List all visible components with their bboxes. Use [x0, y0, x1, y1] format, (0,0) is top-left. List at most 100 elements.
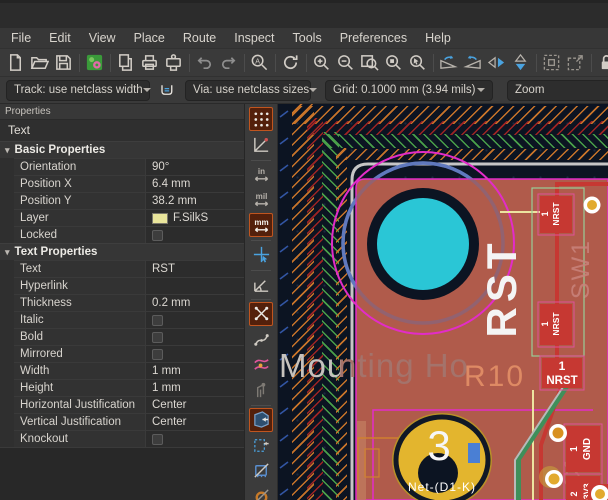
thickness-field[interactable]: 0.2 mm — [145, 295, 244, 311]
new-board-button[interactable] — [4, 51, 26, 74]
zoom-fit-objects-button[interactable] — [382, 51, 404, 74]
units-inches-button[interactable]: in — [249, 162, 273, 186]
page-settings-button[interactable] — [114, 51, 136, 74]
pad-number: 3 — [427, 422, 450, 469]
section-title: Basic Properties — [15, 144, 106, 156]
curved-ratsnest-button[interactable] — [249, 327, 273, 351]
width-field[interactable]: 1 mm — [145, 363, 244, 379]
zoom-dropdown[interactable]: Zoom — [507, 80, 608, 101]
orientation-field[interactable]: 90° — [145, 159, 244, 175]
flip-vertical-button[interactable] — [509, 51, 531, 74]
layer-select[interactable]: F.SilkS — [145, 210, 244, 226]
sw1-pad-1-top[interactable]: 1 NRST — [538, 194, 574, 235]
rotate-ccw-button[interactable] — [437, 51, 459, 74]
zoom-in-button[interactable] — [310, 51, 332, 74]
bold-checkbox[interactable] — [152, 332, 163, 343]
ungroup-button[interactable] — [564, 51, 586, 74]
position-y-field[interactable]: 38.2 mm — [145, 193, 244, 209]
redo-button[interactable] — [217, 51, 239, 74]
property-row-layer: Layer F.SilkS — [14, 209, 244, 226]
mounting-hole-label-prefix[interactable]: Mou — [279, 347, 346, 384]
board-setup-button[interactable] — [83, 51, 105, 74]
lock-button[interactable] — [595, 51, 608, 74]
via-lower[interactable] — [545, 470, 563, 488]
crosshair-cursor-button[interactable] — [249, 243, 273, 267]
r10-reference-text[interactable]: R10 — [464, 360, 525, 393]
property-row-knockout: Knockout — [14, 430, 244, 447]
menu-route[interactable]: Route — [174, 28, 225, 48]
45-degree-icon — [252, 275, 271, 294]
refresh-button[interactable] — [279, 51, 301, 74]
collapse-triangle-icon: ▾ — [5, 145, 10, 156]
zone-fill-mode-button[interactable] — [249, 408, 273, 432]
menu-view[interactable]: View — [80, 28, 125, 48]
rotate-cw-button[interactable] — [461, 51, 483, 74]
net-highlight-button[interactable] — [249, 353, 273, 377]
tht-pad-3[interactable]: 3 Net-(D1-K) — [393, 414, 491, 500]
save-button[interactable] — [52, 51, 74, 74]
units-mm-button[interactable]: mm — [249, 213, 273, 237]
grid-visibility-button[interactable] — [249, 107, 273, 131]
zoom-out-button[interactable] — [334, 51, 356, 74]
via-middle[interactable] — [549, 424, 567, 442]
hyperlink-field[interactable] — [145, 278, 244, 294]
property-row-thickness: Thickness 0.2 mm — [14, 294, 244, 311]
find-button[interactable]: A — [248, 51, 270, 74]
toolbar-separator — [251, 270, 271, 271]
properties-panel: Properties Text ▾ Basic Properties Orien… — [0, 104, 245, 500]
sw1-reference-text[interactable]: SW1 — [567, 239, 595, 299]
menu-edit[interactable]: Edit — [40, 28, 80, 48]
menu-help[interactable]: Help — [416, 28, 460, 48]
height-field[interactable]: 1 mm — [145, 380, 244, 396]
zoom-selection-icon — [408, 53, 427, 72]
plot-button[interactable] — [162, 51, 184, 74]
sketch-pads-mode-button[interactable] — [249, 459, 273, 483]
horizontal-justification-select[interactable]: Center — [145, 397, 244, 413]
mounting-hole-pad[interactable] — [377, 198, 469, 290]
rst-silkscreen-text[interactable]: RST — [478, 239, 525, 338]
italic-checkbox[interactable] — [152, 315, 163, 326]
text-field[interactable]: RST — [145, 261, 244, 277]
undo-button[interactable] — [193, 51, 215, 74]
45-degree-mode-button[interactable] — [249, 272, 273, 296]
pcb-canvas[interactable]: Mou nting Ho R10 RST — [278, 104, 608, 500]
zoom-fit-page-button[interactable] — [358, 51, 380, 74]
position-x-field[interactable]: 6.4 mm — [145, 176, 244, 192]
properties-panel-empty-area — [0, 447, 244, 500]
property-label: Bold — [14, 329, 145, 345]
via-top-right[interactable] — [584, 197, 601, 214]
menu-place[interactable]: Place — [125, 28, 174, 48]
mirrored-checkbox[interactable] — [152, 349, 163, 360]
sketch-vias-mode-button[interactable] — [249, 484, 273, 500]
local-ratsnest-button[interactable] — [249, 378, 273, 402]
group-button[interactable] — [540, 51, 562, 74]
polar-coordinates-button[interactable] — [249, 133, 273, 157]
menu-tools[interactable]: Tools — [284, 28, 331, 48]
auto-track-width-button[interactable] — [153, 79, 180, 102]
gnd-pad[interactable]: 1 GND — [564, 424, 602, 474]
flip-horizontal-button[interactable] — [485, 51, 507, 74]
property-label: Thickness — [14, 295, 145, 311]
zoom-selection-button[interactable] — [406, 51, 428, 74]
locked-checkbox[interactable] — [152, 230, 163, 241]
units-mils-icon: mil — [252, 190, 271, 209]
vertical-justification-select[interactable]: Center — [145, 414, 244, 430]
nrst-pad-horizontal[interactable]: 1 NRST — [540, 356, 584, 390]
units-mils-button[interactable]: mil — [249, 188, 273, 212]
track-width-dropdown[interactable]: Track: use netclass width — [6, 80, 150, 101]
section-basic-properties[interactable]: ▾ Basic Properties — [0, 141, 244, 158]
zone-outline-mode-button[interactable] — [249, 433, 273, 457]
ratsnest-visibility-button[interactable] — [249, 302, 273, 326]
menu-file[interactable]: File — [2, 28, 40, 48]
knockout-checkbox[interactable] — [152, 434, 163, 445]
grid-dropdown[interactable]: Grid: 0.1000 mm (3.94 mils) — [325, 80, 493, 101]
print-button[interactable] — [138, 51, 160, 74]
zoom-value: Zoom — [515, 84, 544, 96]
menu-preferences[interactable]: Preferences — [331, 28, 416, 48]
menu-inspect[interactable]: Inspect — [225, 28, 283, 48]
open-board-button[interactable] — [28, 51, 50, 74]
mounting-hole-label-rest[interactable]: nting Ho — [338, 347, 469, 384]
sw1-pad-1-bottom[interactable]: 1 NRST — [538, 302, 574, 347]
via-size-dropdown[interactable]: Via: use netclass sizes — [185, 80, 311, 101]
section-text-properties[interactable]: ▾ Text Properties — [0, 243, 244, 260]
